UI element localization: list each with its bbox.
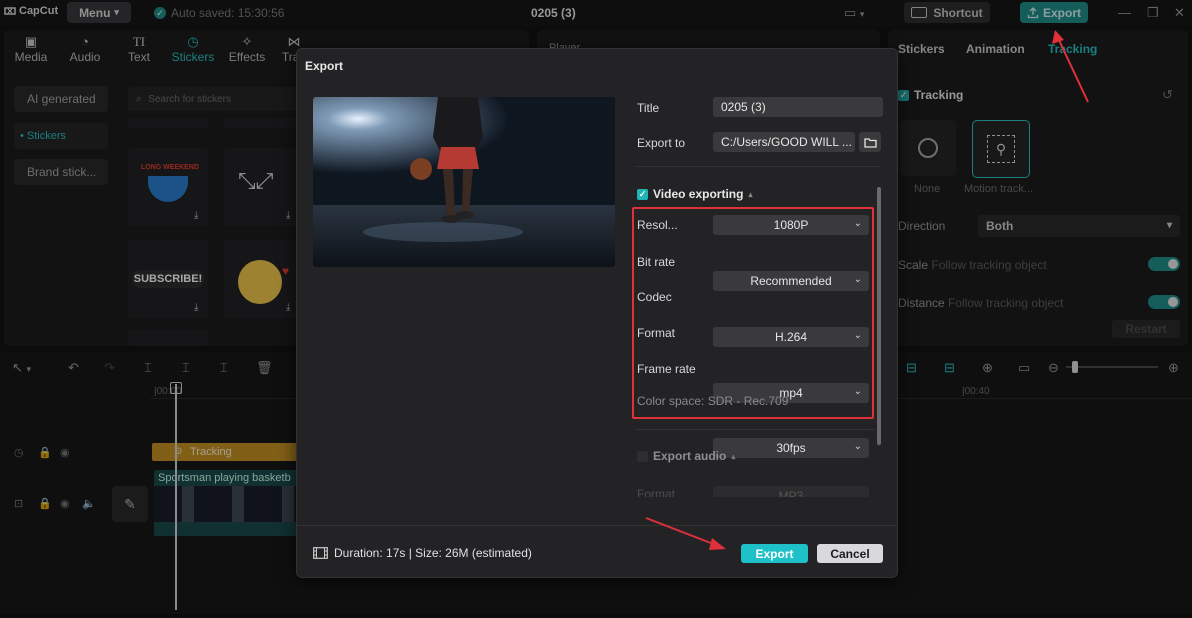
capcut-app: CapCut Menu ▾ ✓ Auto saved: 15:30:56 0205…: [0, 0, 1192, 618]
arrow-to-dialog-export: [645, 517, 726, 550]
annotation-arrows: [645, 30, 1089, 550]
arrow-to-top-export: [1052, 30, 1089, 103]
